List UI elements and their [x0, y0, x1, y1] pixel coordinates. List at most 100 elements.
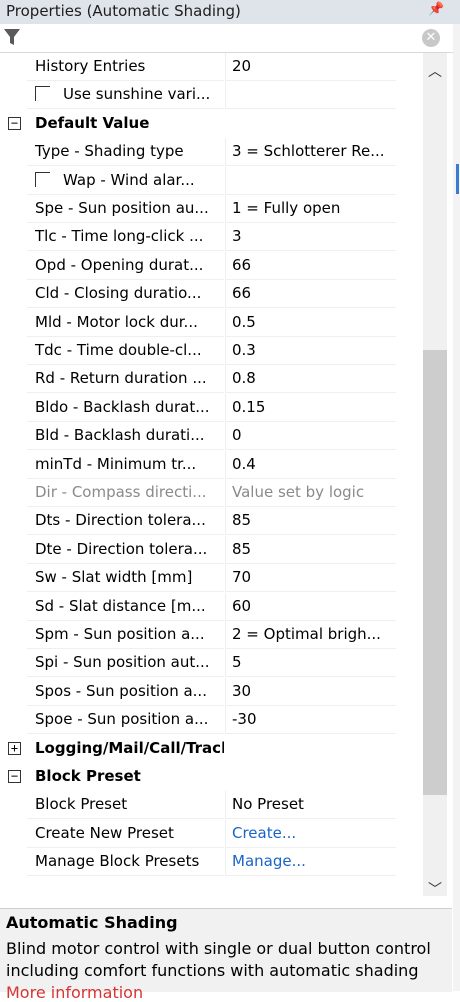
property-value-cell[interactable]: -30: [225, 706, 396, 734]
property-value-cell[interactable]: 0.3: [225, 337, 396, 365]
property-value-cell[interactable]: 20: [225, 53, 396, 81]
property-row[interactable]: Tdc - Time double-cl... 0.3: [0, 337, 423, 365]
property-name-cell[interactable]: Default Value: [27, 110, 224, 137]
property-name-cell[interactable]: Cld - Closing duratio...: [27, 280, 224, 308]
property-row[interactable]: Wap - Wind alar...: [0, 167, 423, 195]
expand-icon[interactable]: +: [8, 742, 21, 755]
property-row[interactable]: Dte - Direction tolera... 85: [0, 536, 423, 564]
property-name-cell[interactable]: Wap - Wind alar...: [27, 167, 224, 195]
filter-bar[interactable]: ✕: [0, 24, 460, 53]
pin-icon[interactable]: 📌: [428, 2, 444, 17]
property-link-cell[interactable]: Create...: [225, 820, 396, 848]
property-name-cell[interactable]: Spe - Sun position au...: [27, 195, 224, 223]
property-value-cell[interactable]: 0.5: [225, 309, 396, 337]
property-value-cell[interactable]: 0.4: [225, 451, 396, 479]
property-name-cell[interactable]: Sd - Slat distance [m...: [27, 593, 224, 621]
property-row[interactable]: Spos - Sun position a... 30: [0, 678, 423, 706]
property-value-cell[interactable]: 0: [225, 422, 396, 450]
property-name-cell[interactable]: Dir - Compass directi...: [27, 479, 224, 507]
property-name-cell[interactable]: Type - Shading type: [27, 138, 224, 166]
property-row[interactable]: History Entries 20: [0, 53, 423, 81]
category-row[interactable]: − Default Value: [0, 110, 423, 138]
property-value-cell[interactable]: 3: [225, 223, 396, 251]
property-name-cell[interactable]: Spoe - Sun position a...: [27, 706, 224, 734]
property-name-cell[interactable]: Tdc - Time double-cl...: [27, 337, 224, 365]
property-name-cell[interactable]: Dte - Direction tolera...: [27, 536, 224, 564]
property-value-cell[interactable]: No Preset: [225, 791, 396, 819]
property-row[interactable]: Spe - Sun position au... 1 = Fully open: [0, 195, 423, 223]
property-value-cell[interactable]: 0.8: [225, 365, 396, 393]
property-value-cell[interactable]: 85: [225, 536, 396, 564]
property-row[interactable]: Opd - Opening durat... 66: [0, 252, 423, 280]
property-value-cell[interactable]: [225, 81, 396, 109]
property-name-cell[interactable]: Block Preset: [27, 791, 224, 819]
checkbox[interactable]: [35, 86, 50, 101]
property-grid[interactable]: History Entries 20 Use sunshine vari... − De…: [0, 53, 423, 880]
property-name-cell[interactable]: Use sunshine vari...: [27, 81, 224, 109]
scroll-up-icon[interactable]: ︿: [428, 61, 442, 81]
property-row[interactable]: Bld - Backlash durati... 0: [0, 422, 423, 450]
property-value-cell[interactable]: 2 = Optimal brigh...: [225, 621, 396, 649]
property-row[interactable]: minTd - Minimum tr... 0.4: [0, 451, 423, 479]
property-value-cell[interactable]: 5: [225, 649, 396, 677]
property-row[interactable]: Cld - Closing duratio... 66: [0, 280, 423, 308]
property-row[interactable]: Type - Shading type 3 = Schlotterer Re...: [0, 138, 423, 166]
scrollbar-thumb[interactable]: [423, 350, 447, 795]
property-name-cell[interactable]: Spi - Sun position aut...: [27, 649, 224, 677]
property-name-cell[interactable]: Rd - Return duration ...: [27, 365, 224, 393]
category-row[interactable]: − Block Preset: [0, 763, 423, 791]
property-row[interactable]: Block Preset No Preset: [0, 791, 423, 819]
property-row[interactable]: Rd - Return duration ... 0.8: [0, 365, 423, 393]
property-name-cell[interactable]: Block Preset: [27, 763, 224, 790]
property-name-cell[interactable]: Tlc - Time long-click ...: [27, 223, 224, 251]
collapse-icon[interactable]: −: [8, 770, 21, 783]
property-name-cell[interactable]: Dts - Direction tolera...: [27, 507, 224, 535]
clear-filter-icon[interactable]: ✕: [422, 29, 440, 47]
property-value-cell[interactable]: 0.15: [225, 394, 396, 422]
property-link-cell[interactable]: Manage...: [225, 848, 396, 876]
property-row[interactable]: Use sunshine vari...: [0, 81, 423, 109]
property-value-cell[interactable]: 60: [225, 593, 396, 621]
vertical-scrollbar[interactable]: ︿ ﹀: [423, 53, 447, 899]
property-name-cell[interactable]: Spos - Sun position a...: [27, 678, 224, 706]
property-row[interactable]: Spi - Sun position aut... 5: [0, 649, 423, 677]
property-row[interactable]: Mld - Motor lock dur... 0.5: [0, 309, 423, 337]
property-value-cell[interactable]: [225, 167, 396, 195]
property-value-cell[interactable]: 3 = Schlotterer Re...: [225, 138, 396, 166]
property-value-cell[interactable]: 1 = Fully open: [225, 195, 396, 223]
category-row[interactable]: + Logging/Mail/Call/Track: [0, 735, 423, 763]
property-name-cell[interactable]: Bldo - Backlash durat...: [27, 394, 224, 422]
property-row[interactable]: Tlc - Time long-click ... 3: [0, 223, 423, 251]
property-name-cell[interactable]: Create New Preset: [27, 820, 224, 848]
property-value-cell[interactable]: 85: [225, 507, 396, 535]
property-name-cell[interactable]: Logging/Mail/Call/Track: [27, 735, 224, 762]
property-name-cell[interactable]: History Entries: [27, 53, 224, 81]
property-row[interactable]: Bldo - Backlash durat... 0.15: [0, 394, 423, 422]
property-name-cell[interactable]: Opd - Opening durat...: [27, 252, 224, 280]
property-row[interactable]: Create New Preset Create...: [0, 820, 423, 848]
property-row[interactable]: Sd - Slat distance [m... 60: [0, 593, 423, 621]
property-value-cell[interactable]: 66: [225, 280, 396, 308]
checkbox[interactable]: [35, 172, 50, 187]
property-row[interactable]: Manage Block Presets Manage...: [0, 848, 423, 876]
filter-icon[interactable]: [2, 26, 22, 48]
property-name-cell[interactable]: Manage Block Presets: [27, 848, 224, 876]
property-name-cell[interactable]: Sw - Slat width [mm]: [27, 564, 224, 592]
property-row[interactable]: Dts - Direction tolera... 85: [0, 507, 423, 535]
property-value-cell[interactable]: 70: [225, 564, 396, 592]
property-row[interactable]: Sw - Slat width [mm] 70: [0, 564, 423, 592]
property-name-cell[interactable]: Mld - Motor lock dur...: [27, 309, 224, 337]
property-name-cell[interactable]: Spm - Sun position a...: [27, 621, 224, 649]
property-value-cell[interactable]: 30: [225, 678, 396, 706]
property-row[interactable]: Spm - Sun position a... 2 = Optimal brigh…: [0, 621, 423, 649]
property-value-cell[interactable]: 66: [225, 252, 396, 280]
action-link[interactable]: Manage...: [232, 852, 306, 870]
property-name-cell[interactable]: minTd - Minimum tr...: [27, 451, 224, 479]
property-row[interactable]: Spoe - Sun position a... -30: [0, 706, 423, 734]
scroll-down-icon[interactable]: ﹀: [428, 879, 442, 899]
more-information-link[interactable]: More information: [6, 983, 143, 1002]
collapse-icon[interactable]: −: [8, 117, 21, 130]
action-link[interactable]: Create...: [232, 824, 296, 842]
property-name-cell[interactable]: Bld - Backlash durati...: [27, 422, 224, 450]
property-row[interactable]: Dir - Compass directi... Value set by log…: [0, 479, 423, 507]
